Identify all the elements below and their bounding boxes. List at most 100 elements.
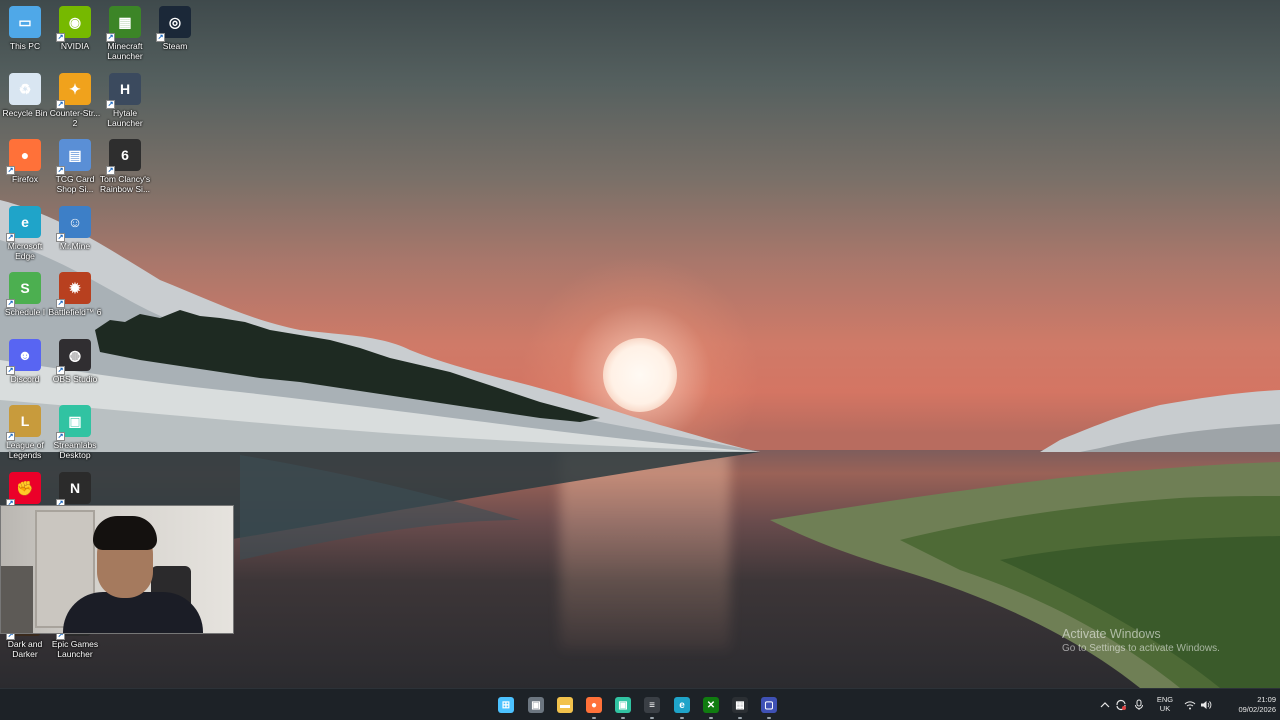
desktop-shortcut-label: Battlefield™ 6: [48, 307, 102, 317]
desktop-shortcut-label: League of Legends: [6, 440, 44, 460]
taskbar-app-streamlabs[interactable]: ▣: [611, 693, 635, 719]
desktop-shortcut-label: Steam: [162, 41, 188, 51]
desktop-shortcut-label: OBS Studio: [52, 374, 98, 384]
recycle-bin-icon: ♻: [9, 73, 41, 105]
desktop-shortcut[interactable]: ◍ ↗ OBS Studio: [50, 333, 100, 395]
shortcut-arrow-icon: ↗: [56, 299, 65, 308]
taskbar-app-xbox[interactable]: ✕: [699, 693, 723, 719]
shortcut-arrow-icon: ↗: [6, 299, 15, 308]
clapperboard-icon: ≡: [644, 697, 660, 713]
activate-subtitle: Go to Settings to activate Windows.: [1062, 643, 1220, 654]
desktop-shortcut[interactable]: e ↗ Microsoft Edge: [0, 200, 50, 262]
firefox-icon: ● ↗: [6, 139, 41, 175]
desktop-shortcut-label: Tom Clancy's Rainbow Si...: [99, 174, 151, 194]
webcam-person-hoodie: [63, 592, 203, 633]
desktop-shortcut-label: Counter-Str... 2: [49, 108, 101, 128]
task-view-icon: ▣: [528, 697, 544, 713]
nicehash-icon: N ↗: [56, 472, 91, 508]
running-indicator: [709, 717, 713, 719]
taskbar-app-start[interactable]: ⊞: [494, 693, 518, 717]
firefox-icon: ●: [586, 697, 602, 713]
desktop-shortcut[interactable]: ● ↗ Firefox: [0, 133, 50, 195]
shortcut-arrow-icon: ↗: [6, 166, 15, 175]
wifi-icon[interactable]: [1183, 689, 1197, 720]
taskbar-app-clapper[interactable]: ≡: [640, 693, 664, 719]
desktop-shortcut[interactable]: ▤ ↗ TCG Card Shop Si...: [50, 133, 100, 195]
file-explorer-icon: ▬: [557, 697, 573, 713]
running-indicator: [680, 717, 684, 719]
language-indicator[interactable]: ENG UK: [1152, 695, 1178, 713]
desktop-shortcut[interactable]: ☻ ↗ Discord: [0, 333, 50, 395]
desktop-shortcut-label: Recycle Bin: [2, 108, 48, 118]
desktop-shortcut[interactable]: 6 ↗ Tom Clancy's Rainbow Si...: [100, 133, 150, 195]
desktop-shortcut[interactable]: ▭ This PC: [0, 0, 50, 62]
webcam-person-hair: [93, 516, 157, 550]
desktop-shortcut[interactable]: ✹ ↗ Battlefield™ 6: [48, 266, 102, 328]
streamlabs-icon: ▣: [615, 697, 631, 713]
microphone-icon[interactable]: [1132, 689, 1146, 720]
desktop-shortcut-label: NVIDIA: [60, 41, 90, 51]
desktop-shortcut[interactable]: ▣ ↗ Streamlabs Desktop: [50, 399, 100, 461]
desktop-shortcut-label: Streamlabs Desktop: [53, 440, 97, 460]
desktop-shortcut[interactable]: S ↗ Schedule I: [0, 266, 50, 328]
taskbar-app-firefox[interactable]: ●: [582, 693, 606, 719]
mr-mine-icon: ☺ ↗: [56, 206, 91, 242]
desktop-shortcut[interactable]: ◉ ↗ NVIDIA: [50, 0, 100, 62]
desktop-shortcut-label: This PC: [9, 41, 41, 51]
running-indicator: [621, 717, 625, 719]
taskbar-app-obs[interactable]: ▢: [757, 693, 781, 719]
minecraft-launcher-icon: ▦ ↗: [106, 6, 141, 42]
streamlabs-icon: ▣ ↗: [56, 405, 91, 441]
xbox-icon: ✕: [703, 697, 719, 713]
running-indicator: [738, 717, 742, 719]
shortcut-arrow-icon: ↗: [56, 432, 65, 441]
shortcut-arrow-icon: ↗: [6, 366, 15, 375]
desktop-shortcut-label: Microsoft Edge: [7, 241, 43, 261]
shortcut-arrow-icon: ↗: [106, 33, 115, 42]
league-of-legends-icon: L ↗: [6, 405, 41, 441]
webcam-shelf: [1, 566, 33, 633]
discord-icon: ☻ ↗: [6, 339, 41, 375]
activate-title: Activate Windows: [1062, 627, 1161, 641]
desktop-shortcut[interactable]: ♻ Recycle Bin: [0, 67, 50, 129]
desktop-shortcut[interactable]: L ↗ League of Legends: [0, 399, 50, 461]
shortcut-arrow-icon: ↗: [6, 432, 15, 441]
clock-date: 09/02/2026: [1238, 705, 1276, 714]
shortcut-arrow-icon: ↗: [56, 366, 65, 375]
desktop-shortcut[interactable]: ✦ ↗ Counter-Str... 2: [50, 67, 100, 129]
shortcut-arrow-icon: ↗: [6, 233, 15, 242]
taskbar: ⊞ ▣ ▬ ● ▣ ≡ e ✕ ▦ ▢ ENG UK 21:09 09/02/2026: [0, 688, 1280, 720]
nvidia-icon: ◉ ↗: [56, 6, 91, 42]
volume-icon[interactable]: [1199, 689, 1213, 720]
steam-icon: ◎ ↗: [156, 6, 191, 42]
edge-icon: e ↗: [6, 206, 41, 242]
desktop-shortcut-label: TCG Card Shop Si...: [55, 174, 95, 194]
tcg-card-shop-icon: ▤ ↗: [56, 139, 91, 175]
sun: [603, 338, 677, 412]
shortcut-arrow-icon: ↗: [56, 100, 65, 109]
taskbar-app-task-view[interactable]: ▣: [524, 693, 548, 717]
onedrive-sync-icon[interactable]: [1114, 689, 1128, 720]
taskbar-app-edge[interactable]: e: [670, 693, 694, 719]
schedule-i-icon: S ↗: [6, 272, 41, 308]
desktop-shortcut-label: Firefox: [12, 174, 38, 184]
desktop-shortcut[interactable]: ☺ ↗ Mr.Mine: [50, 200, 100, 262]
riot-client-icon: ✊ ↗: [6, 472, 41, 508]
desktop-shortcut-label: Schedule I: [4, 307, 46, 317]
taskbar-clock[interactable]: 21:09 09/02/2026: [1212, 695, 1276, 715]
edge-icon: e: [674, 697, 690, 713]
show-hidden-icons-chevron-icon[interactable]: [1098, 689, 1112, 720]
shortcut-arrow-icon: ↗: [106, 166, 115, 175]
terminal-icon: ▦: [732, 697, 748, 713]
webcam-overlay: [0, 505, 234, 634]
shortcut-arrow-icon: ↗: [56, 33, 65, 42]
hytale-launcher-icon: H ↗: [106, 73, 141, 109]
taskbar-app-terminal[interactable]: ▦: [728, 693, 752, 719]
desktop-shortcut[interactable]: ◎ ↗ Steam: [150, 0, 200, 62]
desktop-shortcut[interactable]: ▦ ↗ Minecraft Launcher: [100, 0, 150, 62]
taskbar-app-file-explorer[interactable]: ▬: [553, 693, 577, 717]
language-code: ENG: [1156, 695, 1174, 704]
shortcut-arrow-icon: ↗: [106, 100, 115, 109]
shortcut-arrow-icon: ↗: [56, 166, 65, 175]
desktop-shortcut[interactable]: H ↗ Hytale Launcher: [100, 67, 150, 129]
